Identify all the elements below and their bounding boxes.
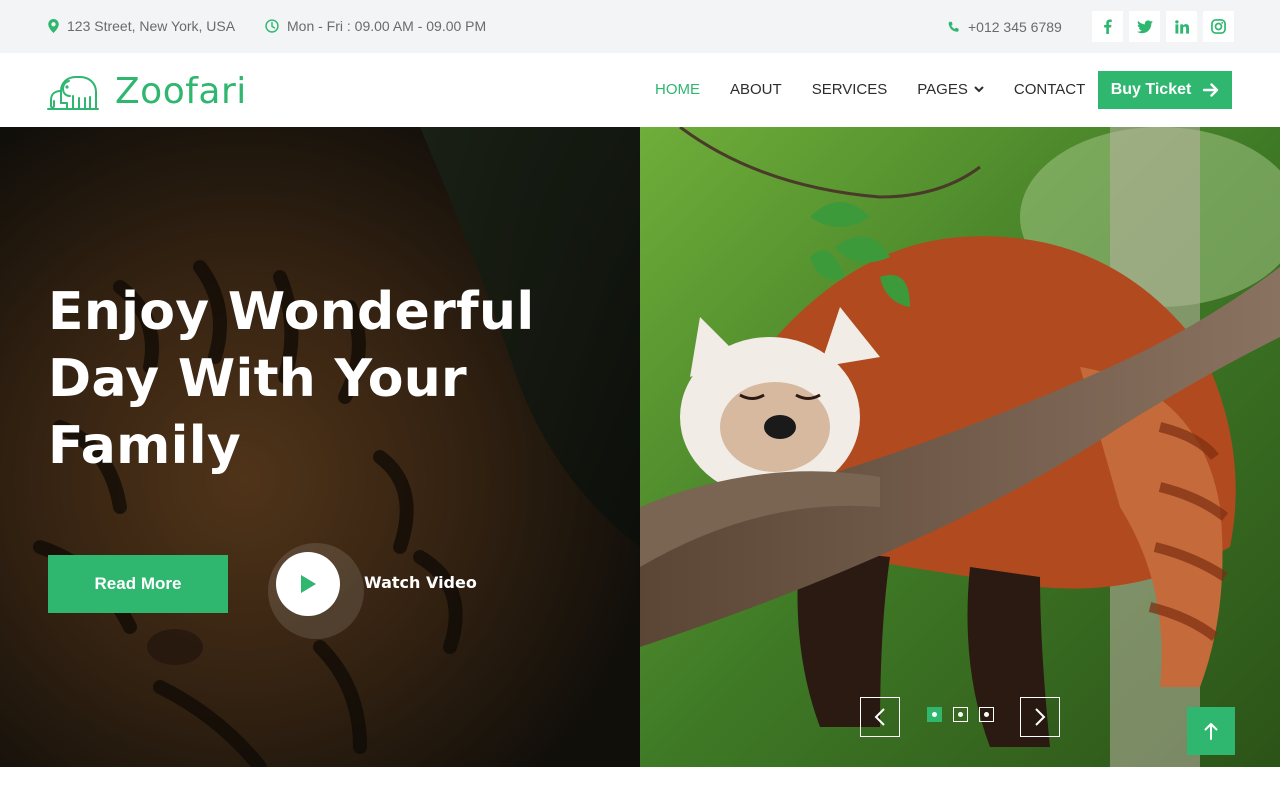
carousel-prev-button[interactable] bbox=[860, 697, 900, 737]
play-video-button[interactable] bbox=[268, 543, 364, 639]
twitter-icon[interactable] bbox=[1129, 11, 1160, 42]
play-icon bbox=[301, 575, 316, 593]
chevron-down-icon bbox=[974, 86, 984, 93]
play-button-circle bbox=[276, 552, 340, 616]
facebook-icon[interactable] bbox=[1092, 11, 1123, 42]
main-navbar: Zoofari HOME ABOUT SERVICES PAGES CONTAC… bbox=[0, 53, 1280, 127]
instagram-icon[interactable] bbox=[1203, 11, 1234, 42]
carousel-dot-3[interactable] bbox=[979, 707, 994, 722]
chevron-right-icon bbox=[1035, 708, 1046, 726]
carousel-dot-1[interactable] bbox=[927, 707, 942, 722]
read-more-label: Read More bbox=[94, 574, 182, 593]
carousel-dot-2[interactable] bbox=[953, 707, 968, 722]
linkedin-icon[interactable] bbox=[1166, 11, 1197, 42]
buy-ticket-button[interactable]: Buy Ticket bbox=[1098, 71, 1232, 109]
nav-item-services[interactable]: SERVICES bbox=[812, 81, 888, 98]
phone-icon bbox=[948, 21, 959, 32]
nav-item-about[interactable]: ABOUT bbox=[730, 81, 782, 98]
buy-ticket-label: Buy Ticket bbox=[1110, 81, 1192, 98]
social-links bbox=[1092, 11, 1234, 42]
arrow-right-icon bbox=[1203, 83, 1219, 97]
nav-item-contact[interactable]: CONTACT bbox=[1014, 81, 1085, 98]
nav-item-pages[interactable]: PAGES bbox=[917, 81, 984, 98]
hours-info: Mon - Fri : 09.00 AM - 09.00 PM bbox=[265, 18, 486, 34]
hours-text: Mon - Fri : 09.00 AM - 09.00 PM bbox=[287, 18, 487, 34]
nav-item-home[interactable]: HOME bbox=[655, 81, 700, 98]
brand-name: Zoofari bbox=[115, 71, 247, 112]
hero-title: Enjoy Wonderful Day With Your Family bbox=[48, 282, 535, 476]
nav-item-label: SERVICES bbox=[811, 81, 888, 98]
address-info: 123 Street, New York, USA bbox=[48, 18, 235, 34]
address-text: 123 Street, New York, USA bbox=[67, 18, 236, 34]
carousel-next-button[interactable] bbox=[1020, 697, 1060, 737]
main-menu: HOME ABOUT SERVICES PAGES CONTACT bbox=[655, 81, 1115, 98]
carousel-dots bbox=[927, 707, 994, 722]
back-to-top-button[interactable] bbox=[1187, 707, 1235, 755]
watch-video-link[interactable]: Watch Video bbox=[364, 573, 477, 592]
nav-item-label: HOME bbox=[655, 81, 700, 98]
phone-info: +012 345 6789 bbox=[947, 19, 1062, 35]
read-more-button[interactable]: Read More bbox=[48, 555, 228, 613]
arrow-up-icon bbox=[1204, 723, 1218, 740]
elephant-icon bbox=[47, 75, 99, 110]
top-info-bar: 123 Street, New York, USA Mon - Fri : 09… bbox=[0, 0, 1280, 53]
clock-icon bbox=[265, 19, 279, 33]
hero-carousel: Enjoy Wonderful Day With Your Family Rea… bbox=[0, 127, 1280, 767]
phone-text: +012 345 6789 bbox=[968, 19, 1062, 35]
hero-slide-red-panda-image bbox=[640, 127, 1280, 767]
chevron-left-icon bbox=[874, 708, 885, 726]
brand-logo[interactable]: Zoofari bbox=[47, 71, 247, 112]
map-marker-icon bbox=[48, 19, 59, 33]
nav-item-label: CONTACT bbox=[1013, 81, 1086, 98]
nav-item-label: PAGES bbox=[917, 81, 968, 98]
nav-item-label: ABOUT bbox=[730, 81, 782, 98]
